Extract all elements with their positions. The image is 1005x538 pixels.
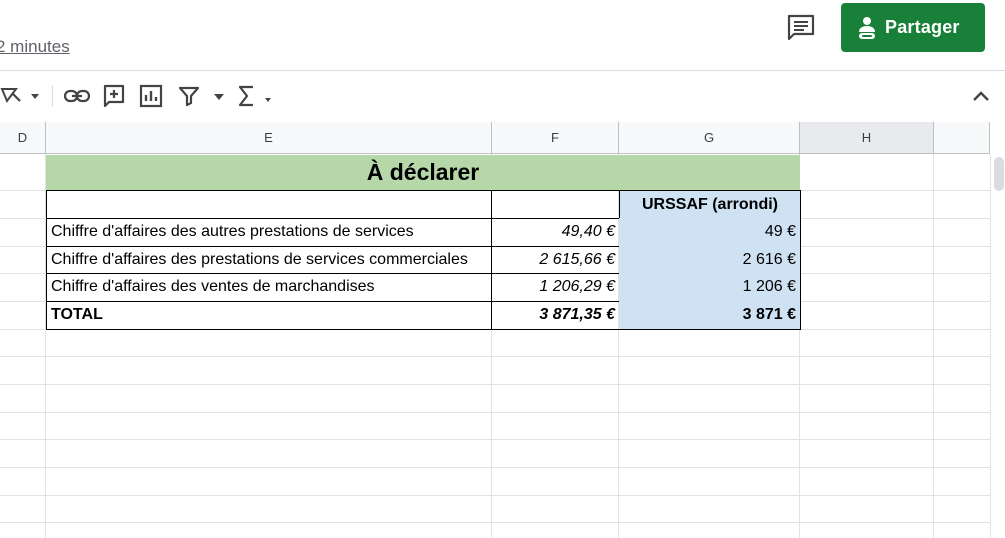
gridline	[0, 522, 990, 523]
insert-link-icon	[63, 89, 91, 103]
comment-icon	[787, 14, 815, 41]
filter-icon	[178, 86, 224, 107]
insert-link-button[interactable]	[62, 83, 92, 109]
scrollbar-thumb[interactable]	[994, 157, 1004, 191]
column-header-d[interactable]: D	[0, 122, 46, 154]
filter-button[interactable]	[176, 83, 232, 109]
column-header-blank[interactable]	[934, 122, 990, 154]
table-row-amount[interactable]: 1 206,29 €	[491, 273, 620, 302]
table-row-label[interactable]: Chiffre d'affaires des autres prestation…	[46, 218, 492, 247]
table-row-amount[interactable]: 2 615,66 €	[491, 246, 620, 274]
insert-comment-button[interactable]	[100, 83, 128, 109]
functions-button[interactable]	[237, 83, 277, 109]
table-row-label[interactable]: Chiffre d'affaires des ventes de marchan…	[46, 273, 492, 302]
urssaf-header[interactable]: URSSAF (arrondi)	[619, 190, 801, 219]
insert-chart-button[interactable]	[137, 83, 165, 109]
gridline	[0, 384, 990, 385]
collapse-toolbar-button[interactable]	[966, 83, 996, 109]
table-row-rounded[interactable]: 1 206 €	[619, 273, 801, 302]
paint-format-icon	[0, 88, 39, 103]
insert-comment-icon	[103, 84, 125, 108]
table-row-rounded[interactable]: 2 616 €	[619, 246, 801, 274]
functions-icon	[238, 85, 271, 107]
comment-history-button[interactable]	[785, 12, 817, 44]
column-header-e[interactable]: E	[46, 122, 492, 154]
table-row-amount[interactable]: 49,40 €	[491, 218, 620, 247]
gridline	[0, 495, 990, 496]
spreadsheet-grid[interactable]: D E F G H À déclarer URSSAF (arrondi) Ch…	[0, 122, 1005, 538]
total-label[interactable]: TOTAL	[46, 301, 492, 330]
gridline	[0, 356, 990, 357]
top-bar: 2 minutes Partager	[0, 0, 1005, 70]
gridline	[0, 467, 990, 468]
insert-chart-icon	[139, 84, 163, 108]
paint-format-button[interactable]	[0, 83, 44, 109]
share-button[interactable]: Partager	[841, 3, 985, 52]
total-rounded[interactable]: 3 871 €	[619, 301, 801, 330]
toolbar-separator	[52, 85, 53, 107]
vertical-scrollbar[interactable]	[990, 154, 1005, 538]
table-row-label[interactable]: Chiffre d'affaires des prestations de se…	[46, 246, 492, 274]
column-header-f[interactable]: F	[492, 122, 619, 154]
total-amount[interactable]: 3 871,35 €	[491, 301, 620, 330]
gridline	[0, 439, 990, 440]
table-header-cell-e[interactable]	[46, 190, 492, 219]
share-lock-icon	[859, 16, 875, 39]
column-header-g[interactable]: G	[619, 122, 800, 154]
gridline	[0, 412, 990, 413]
table-row-rounded[interactable]: 49 €	[619, 218, 801, 247]
column-header-h[interactable]: H	[800, 122, 934, 154]
table-header-cell-f[interactable]	[491, 190, 620, 219]
collapse-toolbar-icon	[973, 91, 989, 101]
gridline	[933, 154, 934, 538]
toolbar	[0, 71, 1005, 122]
last-edit-link[interactable]: 2 minutes	[0, 37, 70, 57]
share-button-label: Partager	[885, 17, 960, 37]
table-title[interactable]: À déclarer	[46, 155, 800, 190]
